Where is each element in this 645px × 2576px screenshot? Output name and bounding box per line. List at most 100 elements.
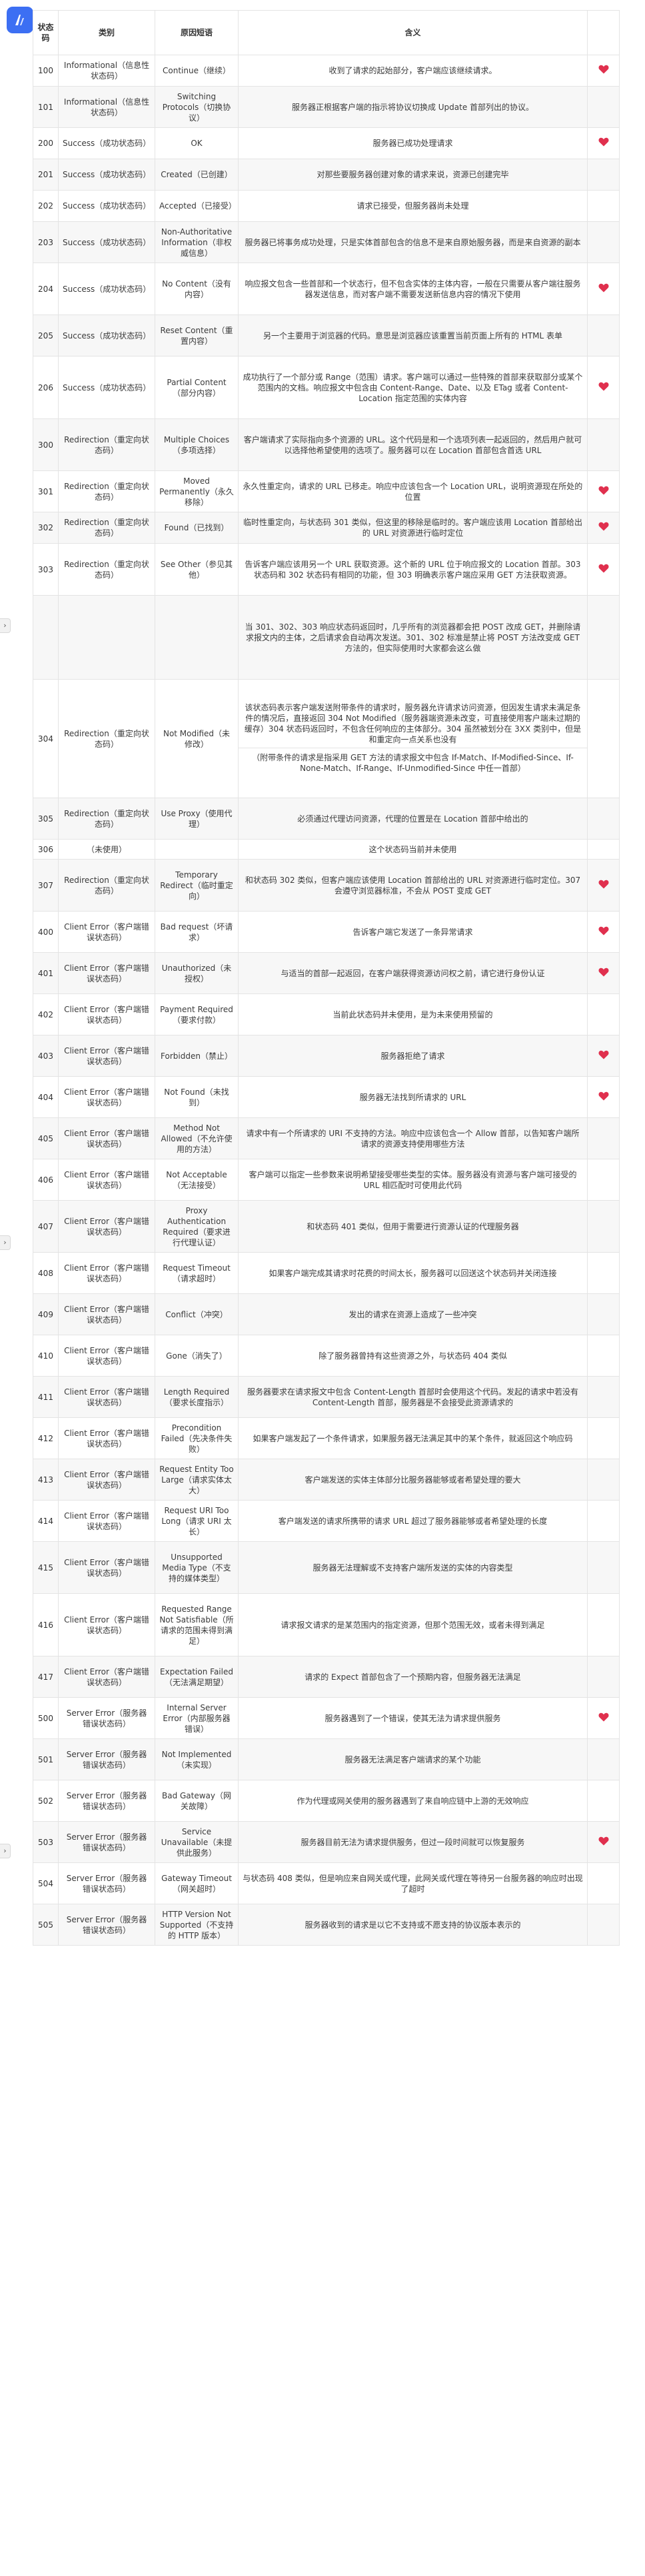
status-code-cell: 300 (33, 418, 59, 471)
favorite-cell (587, 418, 620, 471)
table-row: 100 Informational（信息性状态码） Continue（继续） 收到了请… (33, 55, 620, 87)
category-cell: Informational（信息性状态码） (58, 86, 155, 128)
expand-panel-toggle[interactable]: › (0, 1235, 11, 1250)
header-meaning: 含义 (238, 10, 588, 55)
reason-phrase-cell: Gone（消失了） (155, 1335, 239, 1377)
reason-phrase-cell: Accepted（已接受） (155, 190, 239, 222)
meaning-text: 服务器目前无法为请求提供服务，但过一段时间就可以恢复服务 (301, 1837, 525, 1847)
reason-phrase-cell: Gateway Timeout（网关超时） (155, 1862, 239, 1904)
reason-phrase-cell: Unauthorized（未授权） (155, 952, 239, 994)
status-code-cell: 200 (33, 127, 59, 159)
meaning-text: 作为代理或网关使用的服务器遇到了来自响应链中上游的无效响应 (297, 1796, 529, 1806)
expand-panel-toggle[interactable]: › (0, 1844, 11, 1858)
status-code-cell: 302 (33, 512, 59, 544)
status-code-cell: 417 (33, 1656, 59, 1698)
meaning-cell: 服务器无法理解或不支持客户端所发送的实体的内容类型 (238, 1541, 588, 1594)
meaning-cell: 响应报文包含一些首部和一个状态行，但不包含实体的主体内容，一般在只需要从客户端往… (238, 263, 588, 315)
category-cell: Server Error（服务器错误状态码） (58, 1738, 155, 1780)
status-code-cell: 415 (33, 1541, 59, 1594)
meaning-cell: 当前此状态码并未使用，是为未来使用预留的 (238, 993, 588, 1035)
meaning-text: 如果客户端发起了一个条件请求，如果服务器无法满足其中的某个条件，就返回这个响应码 (253, 1433, 573, 1443)
meaning-cell: 与适当的首部一起返回，在客户端获得资源访问权之前，请它进行身份认证 (238, 952, 588, 994)
favorite-cell (587, 1376, 620, 1418)
favorite-cell (587, 679, 620, 798)
meaning-text: 客户端请求了实际指向多个资源的 URL。这个代码是和一个选项列表一起返回的，然后… (243, 434, 582, 455)
meaning-cell: 这个状态码当前并未使用 (238, 839, 588, 860)
meaning-cell: 告诉客户端它发送了一条异常请求 (238, 911, 588, 953)
reason-phrase-cell: Precondition Failed（先决条件失败） (155, 1417, 239, 1459)
reason-phrase-cell: Not Modified（未修改） (155, 679, 239, 798)
reason-phrase-cell: Not Acceptable（无法接受） (155, 1159, 239, 1201)
meaning-cell: 服务器目前无法为请求提供服务，但过一段时间就可以恢复服务 (238, 1821, 588, 1863)
reason-phrase-cell: Use Proxy（使用代理） (155, 798, 239, 840)
table-row: 415 Client Error（客户端错误状态码） Unsupported Med… (33, 1541, 620, 1594)
reason-phrase-cell: Internal Server Error（内部服务器错误） (155, 1697, 239, 1739)
category-cell: Success（成功状态码） (58, 263, 155, 315)
status-code-cell: 413 (33, 1459, 59, 1501)
table-row: 409 Client Error（客户端错误状态码） Conflict（冲突） 发出的… (33, 1293, 620, 1335)
table-row: 204 Success（成功状态码） No Content（没有内容） 响应报文包含一… (33, 263, 620, 315)
status-code-cell: 408 (33, 1252, 59, 1294)
meaning-cell: 另一个主要用于浏览器的代码。意思是浏览器应该重置当前页面上所有的 HTML 表单 (238, 315, 588, 356)
favorite-cell (587, 263, 620, 315)
status-code-cell: 504 (33, 1862, 59, 1904)
favorite-cell (587, 86, 620, 128)
reason-phrase-cell: Continue（继续） (155, 55, 239, 87)
reason-phrase-cell: Created（已创建） (155, 159, 239, 191)
status-code-cell: 412 (33, 1417, 59, 1459)
category-cell: Client Error（客户端错误状态码） (58, 1593, 155, 1656)
expand-panel-toggle[interactable]: › (0, 618, 11, 633)
reason-phrase-cell: Temporary Redirect（临时重定向） (155, 859, 239, 912)
status-code-cell: 502 (33, 1780, 59, 1822)
meaning-text: 告诉客户端应该用另一个 URL 获取资源。这个新的 URL 位于响应报文的 Lo… (245, 559, 581, 580)
table-row: 406 Client Error（客户端错误状态码） Not Acceptable（… (33, 1159, 620, 1201)
favorite-cell (587, 470, 620, 512)
status-code-cell: 402 (33, 993, 59, 1035)
meaning-text: 发出的请求在资源上造成了一些冲突 (348, 1309, 477, 1319)
heart-icon (598, 1836, 608, 1845)
meaning-cell: 除了服务器曾持有这些资源之外，与状态码 404 类似 (238, 1335, 588, 1377)
meaning-text: 当前此状态码并未使用，是为未来使用预留的 (332, 1009, 493, 1019)
category-cell: Success（成功状态码） (58, 159, 155, 191)
meaning-cell: 和状态码 401 类似，但用于需要进行资源认证的代理服务器 (238, 1200, 588, 1253)
status-code-cell: 406 (33, 1159, 59, 1201)
category-cell: Client Error（客户端错误状态码） (58, 1417, 155, 1459)
favorite-cell (587, 221, 620, 263)
favorite-cell (587, 127, 620, 159)
reason-phrase-cell: Method Not Allowed（不允许使用的方法） (155, 1117, 239, 1159)
meaning-text: 必须通过代理访问资源，代理的位置是在 Location 首部中给出的 (297, 814, 528, 824)
favorite-cell (587, 1821, 620, 1863)
table-row: 当 301、302、303 响应状态码返回时，几乎所有的浏览器都会把 POST … (33, 595, 620, 680)
meaning-cell: 服务器收到的请求是以它不支持或不愿支持的协议版本表示的 (238, 1904, 588, 1946)
meaning-cell: 和状态码 302 类似，但客户端应该使用 Location 首部给出的 URL … (238, 859, 588, 912)
reason-phrase-cell (155, 595, 239, 680)
reason-phrase-cell: Non-Authoritative Information（非权威信息） (155, 221, 239, 263)
reason-phrase-cell: Not Found（未找到） (155, 1076, 239, 1118)
reason-phrase-cell: Reset Content（重置内容） (155, 315, 239, 356)
status-code-cell: 500 (33, 1697, 59, 1739)
meaning-cell: 发出的请求在资源上造成了一些冲突 (238, 1293, 588, 1335)
category-cell: Redirection（重定向状态码） (58, 859, 155, 912)
meaning-cell: 服务器已成功处理请求 (238, 127, 588, 159)
meaning-cell: 与状态码 408 类似，但是响应来自网关或代理，此网关或代理在等待另一台服务器的… (238, 1862, 588, 1904)
favorite-cell (587, 190, 620, 222)
reason-phrase-cell: Proxy Authentication Required（要求进行代理认证） (155, 1200, 239, 1253)
category-cell: Server Error（服务器错误状态码） (58, 1904, 155, 1946)
favorite-cell (587, 1738, 620, 1780)
meaning-text: 和状态码 401 类似，但用于需要进行资源认证的代理服务器 (307, 1221, 519, 1231)
meaning-note-text: （附带条件的请求是指采用 GET 方法的请求报文中包含 If-Match、If-… (239, 748, 587, 775)
meaning-cell: 服务器无法找到所请求的 URL (238, 1076, 588, 1118)
category-cell: Client Error（客户端错误状态码） (58, 993, 155, 1035)
meaning-text: 对那些要服务器创建对象的请求来说，资源已创建完毕 (317, 170, 509, 179)
meaning-text: 服务器遇到了一个错误，使其无法为请求提供服务 (324, 1713, 501, 1723)
favorite-cell (587, 993, 620, 1035)
reason-phrase-cell: Requested Range Not Satisfiable（所请求的范围未得… (155, 1593, 239, 1656)
favorite-cell (587, 1076, 620, 1118)
favorite-cell (587, 859, 620, 912)
reason-phrase-cell: Forbidden（禁止） (155, 1035, 239, 1077)
header-code: 状态码 (33, 10, 59, 55)
header-phrase: 原因短语 (155, 10, 239, 55)
favorite-cell (587, 1593, 620, 1656)
table-row: 503 Server Error（服务器错误状态码） Service Unavail… (33, 1821, 620, 1863)
category-cell: Client Error（客户端错误状态码） (58, 1293, 155, 1335)
